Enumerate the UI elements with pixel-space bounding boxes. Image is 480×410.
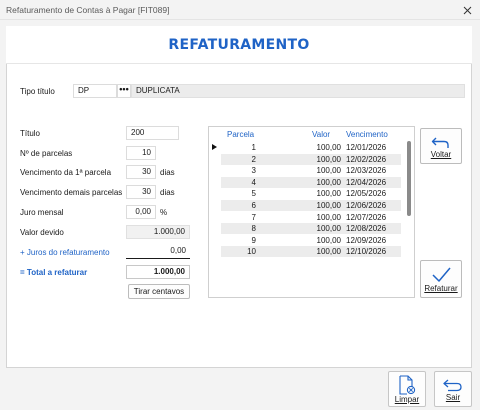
cell-valor: 100,00 — [316, 247, 341, 257]
venc-demais-input[interactable]: 30 — [126, 185, 156, 199]
cell-valor: 100,00 — [316, 212, 341, 222]
cell-vencimento: 12/09/2026 — [346, 235, 387, 245]
cell-vencimento: 12/02/2026 — [346, 154, 387, 164]
valor-devido-label: Valor devido — [20, 228, 64, 237]
venc-demais-label: Vencimento demais parcelas — [20, 188, 123, 197]
titulo-label: Título — [20, 129, 41, 138]
tirar-centavos-label: Tirar centavos — [133, 287, 185, 296]
tipo-titulo-label: Tipo título — [20, 87, 55, 96]
table-row[interactable]: 9 100,00 12/09/2026 — [221, 235, 401, 246]
refaturar-button[interactable]: Refaturar — [420, 260, 462, 298]
venc-primeira-unit: dias — [160, 168, 175, 177]
cell-parcela: 6 — [251, 201, 256, 210]
refaturar-label: Refaturar — [424, 283, 458, 293]
table-row[interactable]: 8 100,00 12/08/2026 — [221, 223, 401, 235]
cell-vencimento: 12/05/2026 — [346, 189, 387, 199]
sair-label: Sair — [445, 392, 461, 402]
tipo-titulo-description: DUPLICATA — [131, 84, 465, 98]
cell-vencimento: 12/08/2026 — [346, 224, 387, 234]
cell-valor: 100,00 — [316, 189, 341, 199]
close-button[interactable] — [458, 1, 476, 19]
cell-vencimento: 12/03/2026 — [346, 166, 387, 176]
cell-valor: 100,00 — [316, 201, 341, 210]
cell-vencimento: 12/10/2026 — [346, 247, 387, 257]
juro-mensal-unit: % — [160, 208, 168, 217]
table-row[interactable]: 7 100,00 12/07/2026 — [221, 212, 401, 223]
cell-parcela: 5 — [251, 189, 256, 199]
page-header: REFATURAMENTO — [6, 26, 472, 64]
valor-devido-value: 1.000,00 — [126, 225, 190, 239]
titulo-input[interactable]: 200 — [126, 126, 179, 140]
exit-arrow-icon — [443, 379, 462, 391]
parcelas-label: Nº de parcelas — [20, 149, 73, 158]
cell-vencimento: 12/07/2026 — [346, 212, 387, 222]
cell-valor: 100,00 — [316, 177, 341, 187]
window-title: Refaturamento de Contas à Pagar [FIT089] — [6, 5, 170, 15]
limpar-button[interactable]: Limpar — [388, 371, 426, 407]
tipo-titulo-code-input[interactable]: DP — [73, 84, 117, 98]
cell-valor: 100,00 — [316, 166, 341, 176]
voltar-label: Voltar — [430, 149, 452, 159]
juro-mensal-label: Juro mensal — [20, 208, 64, 217]
cell-valor: 100,00 — [316, 224, 341, 234]
grid-scrollbar[interactable] — [407, 141, 411, 216]
cell-parcela: 8 — [251, 224, 256, 234]
tirar-centavos-button[interactable]: Tirar centavos — [128, 284, 190, 299]
total-refaturar-label: = Total a refaturar — [20, 268, 88, 277]
parcelas-input[interactable]: 10 — [126, 146, 156, 160]
cell-parcela: 1 — [251, 143, 256, 152]
juro-mensal-input[interactable]: 0,00 — [126, 205, 156, 219]
cell-vencimento: 12/06/2026 — [346, 201, 387, 210]
total-refaturar-value: 1.000,00 — [126, 265, 190, 279]
cell-vencimento: 12/01/2026 — [346, 143, 387, 152]
cell-parcela: 9 — [251, 235, 256, 245]
table-row[interactable]: 4 100,00 12/04/2026 — [221, 176, 401, 188]
juros-refaturamento-value: 0,00 — [126, 245, 190, 259]
venc-demais-unit: dias — [160, 188, 175, 197]
close-icon — [463, 6, 471, 14]
table-row[interactable]: 5 100,00 12/05/2026 — [221, 188, 401, 199]
cell-valor: 100,00 — [316, 143, 341, 152]
table-row[interactable]: 3 100,00 12/03/2026 — [221, 165, 401, 176]
current-row-indicator-icon — [212, 144, 217, 150]
venc-primeira-input[interactable]: 30 — [126, 165, 156, 179]
grid-header-vencimento: Vencimento — [346, 130, 388, 139]
table-row[interactable]: 6 100,00 12/06/2026 — [221, 200, 401, 211]
limpar-label: Limpar — [394, 394, 420, 404]
table-row[interactable]: 2 100,00 12/02/2026 — [221, 153, 401, 165]
cell-valor: 100,00 — [316, 235, 341, 245]
cell-parcela: 7 — [251, 212, 256, 222]
voltar-button[interactable]: Voltar — [420, 128, 462, 164]
cell-parcela: 10 — [247, 247, 256, 257]
cell-parcela: 2 — [251, 154, 256, 164]
grid-header-parcela: Parcela — [227, 130, 255, 139]
juros-refaturamento-label: + Juros do refaturamento — [20, 248, 110, 257]
cell-parcela: 3 — [251, 166, 256, 176]
title-bar: Refaturamento de Contas à Pagar [FIT089] — [0, 0, 480, 20]
checkmark-icon — [432, 267, 451, 282]
table-row[interactable]: 10 100,00 12/10/2026 — [221, 246, 401, 258]
cell-vencimento: 12/04/2026 — [346, 177, 387, 187]
page-title: REFATURAMENTO — [168, 36, 310, 53]
undo-arrow-icon — [431, 137, 449, 148]
clear-document-icon — [399, 374, 416, 395]
cell-parcela: 4 — [251, 177, 256, 187]
sair-button[interactable]: Sair — [434, 371, 472, 407]
cell-valor: 100,00 — [316, 154, 341, 164]
venc-primeira-label: Vencimento da 1ª parcela — [20, 168, 112, 177]
table-row[interactable]: 1 100,00 12/01/2026 — [221, 142, 401, 153]
grid-header-valor: Valor — [312, 130, 331, 139]
parcelas-grid[interactable]: Parcela Valor Vencimento 1 100,00 12/01/20… — [208, 126, 415, 298]
tipo-titulo-lookup-button[interactable]: ••• — [117, 84, 131, 98]
